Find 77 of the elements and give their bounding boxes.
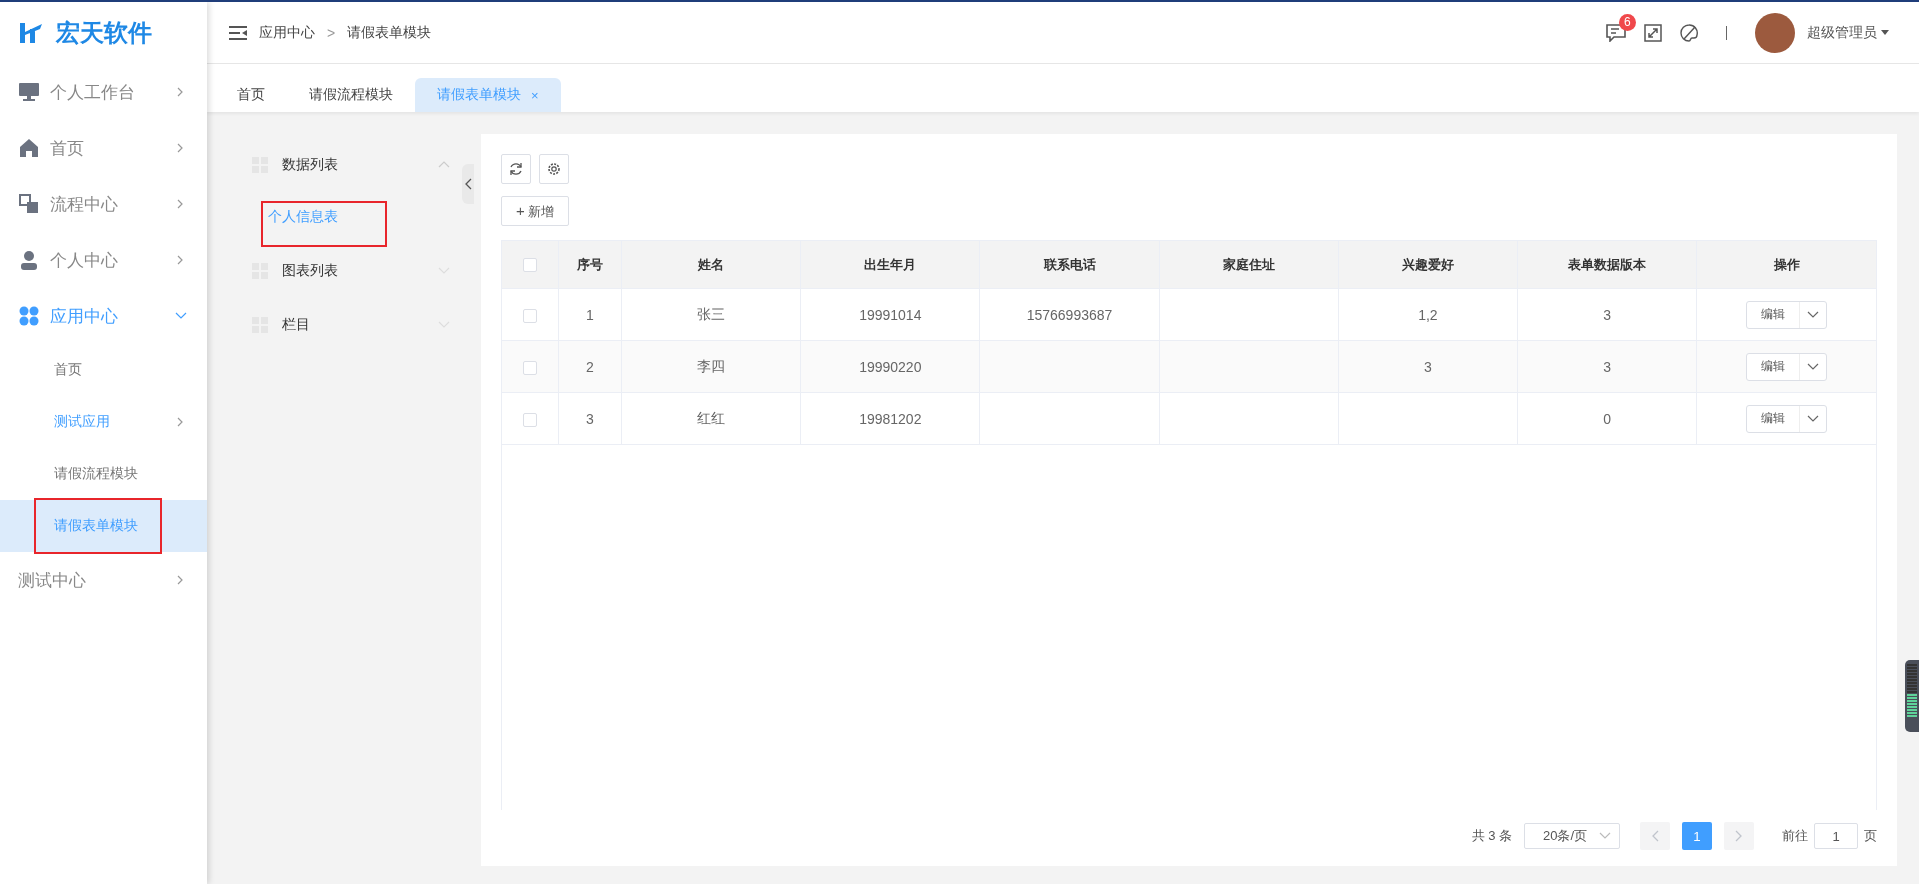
user-icon bbox=[18, 249, 40, 271]
windows-icon bbox=[18, 193, 40, 215]
breadcrumb-item: 请假表单模块 bbox=[347, 23, 432, 42]
page-unit-label: 页 bbox=[1864, 827, 1877, 845]
menu-icon bbox=[229, 24, 247, 41]
nav-item[interactable]: 个人中心 bbox=[0, 232, 207, 288]
table-cell: 1 bbox=[586, 306, 594, 323]
nav-item[interactable]: 个人工作台 bbox=[0, 64, 207, 120]
previous-page-button[interactable] bbox=[1640, 822, 1670, 850]
settings-icon bbox=[547, 162, 561, 176]
column-header: 姓名 bbox=[621, 241, 801, 289]
table-cell: 3 bbox=[586, 410, 594, 427]
page-input[interactable]: 1 bbox=[1814, 823, 1858, 849]
column-header: 家庭住址 bbox=[1159, 241, 1339, 289]
column-header: 操作 bbox=[1696, 241, 1876, 289]
fullscreen-icon[interactable] bbox=[1644, 23, 1662, 42]
table-cell: 2 bbox=[586, 358, 594, 375]
tree-item[interactable]: 个人信息表 bbox=[264, 199, 450, 235]
caret-icon bbox=[1881, 30, 1889, 35]
four-circles-icon bbox=[18, 305, 40, 327]
add-button[interactable]: + 新增 bbox=[501, 196, 570, 226]
table-cell: 3 bbox=[1603, 306, 1611, 323]
home-icon bbox=[18, 137, 40, 159]
tab[interactable]: 首页 bbox=[215, 78, 287, 112]
table-cell: 张三 bbox=[697, 305, 726, 322]
table-cell: 红红 bbox=[697, 409, 726, 426]
tab[interactable]: 请假流程模块 bbox=[287, 78, 415, 112]
breadcrumb-item[interactable]: 应用中心 bbox=[259, 23, 315, 42]
level-meter-drawing bbox=[1905, 660, 1919, 732]
page-size-select[interactable]: 20条/页 bbox=[1524, 823, 1620, 849]
nav-subitem[interactable]: 测试应用 bbox=[0, 396, 207, 448]
tree-group[interactable]: 数据列表 bbox=[252, 138, 450, 192]
monitor-icon bbox=[18, 81, 40, 103]
chevron-left-icon bbox=[1651, 830, 1659, 842]
message-icon[interactable] bbox=[1606, 23, 1626, 42]
tree-group[interactable]: 图表列表 bbox=[252, 244, 450, 298]
column-header: 表单数据版本 bbox=[1517, 241, 1697, 289]
nav-subitem[interactable]: 首页 bbox=[0, 344, 207, 396]
table-cell: 19981202 bbox=[859, 410, 922, 427]
column-header: 序号 bbox=[558, 241, 622, 289]
settings-button[interactable] bbox=[539, 154, 569, 184]
table-cell: 李四 bbox=[697, 357, 726, 374]
column-header: 出生年月 bbox=[800, 241, 980, 289]
page-number[interactable]: 1 bbox=[1682, 822, 1712, 850]
user-menu[interactable]: 超级管理员 bbox=[1807, 23, 1877, 42]
nav-item[interactable]: 应用中心 bbox=[0, 288, 207, 344]
nav-item[interactable]: 测试中心 bbox=[0, 552, 207, 608]
table-cell: 3 bbox=[1424, 358, 1432, 375]
nav-item[interactable]: 流程中心 bbox=[0, 176, 207, 232]
notification-badge: 6 bbox=[1619, 13, 1636, 31]
next-page-button[interactable] bbox=[1724, 822, 1754, 850]
select-all-checkbox[interactable] bbox=[523, 258, 537, 273]
tree-group[interactable]: 栏目 bbox=[252, 298, 450, 352]
column-header: 联系电话 bbox=[979, 241, 1160, 289]
row-checkbox[interactable] bbox=[523, 412, 537, 427]
nav-subitem[interactable]: 请假流程模块 bbox=[0, 448, 207, 500]
logo-text: 宏天软件 bbox=[56, 18, 152, 48]
column-header: 兴趣爱好 bbox=[1338, 241, 1518, 289]
total-count: 共 3 条 bbox=[1471, 827, 1512, 845]
logo-icon bbox=[18, 21, 44, 45]
refresh-icon bbox=[509, 162, 523, 176]
nav-item[interactable]: 首页 bbox=[0, 120, 207, 176]
chevron-left-icon bbox=[464, 178, 472, 190]
table-cell: 3 bbox=[1603, 358, 1611, 375]
row-checkbox[interactable] bbox=[523, 360, 537, 375]
collapse-handle[interactable] bbox=[462, 164, 474, 204]
avatar[interactable] bbox=[1755, 12, 1795, 53]
chevron-right-icon bbox=[1735, 830, 1743, 842]
row-checkbox[interactable] bbox=[523, 308, 537, 323]
refresh-button[interactable] bbox=[501, 154, 531, 184]
breadcrumb-separator: > bbox=[327, 24, 336, 41]
table-cell: 19991014 bbox=[859, 306, 922, 323]
table-cell: 15766993687 bbox=[1026, 306, 1113, 323]
table-cell: 19990220 bbox=[859, 358, 922, 375]
table-cell: 0 bbox=[1603, 410, 1611, 427]
table-cell: 1,2 bbox=[1418, 306, 1438, 323]
goto-label: 前往 bbox=[1782, 827, 1808, 845]
